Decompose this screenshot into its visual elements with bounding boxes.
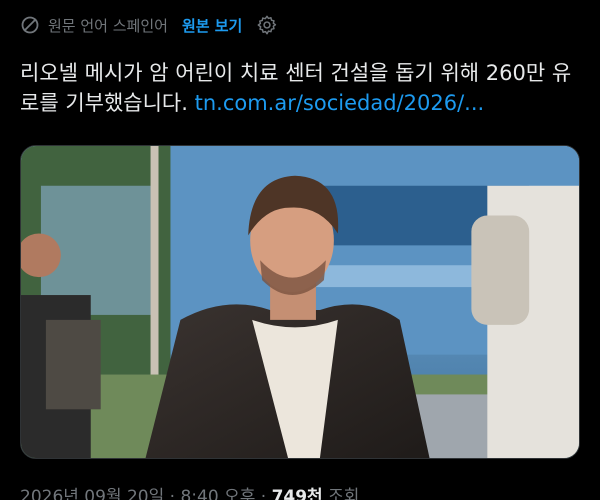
translation-source-label: 원문 언어 스페인어 <box>48 16 168 35</box>
post-photo <box>21 146 579 458</box>
post-text: 리오넬 메시가 암 어린이 치료 센터 건설을 돕기 위해 260만 유로를 기… <box>20 58 580 118</box>
gear-icon[interactable] <box>256 14 278 36</box>
translate-icon <box>20 15 40 35</box>
meta-separator: · <box>260 487 267 500</box>
post-time[interactable]: 8:40 오후 <box>180 487 255 500</box>
views-label: 조회 <box>328 487 360 500</box>
translation-bar: 원문 언어 스페인어 원본 보기 <box>20 10 278 40</box>
views-count: 749천 <box>271 487 323 500</box>
post-image[interactable] <box>20 145 580 459</box>
post-date[interactable]: 2026년 09월 20일 <box>20 487 164 500</box>
meta-separator: · <box>169 487 176 500</box>
post-link[interactable]: tn.com.ar/sociedad/2026/... <box>195 91 485 115</box>
show-original-link[interactable]: 원본 보기 <box>182 15 242 36</box>
post-meta: 2026년 09월 20일 · 8:40 오후 · 749천 조회 <box>20 482 359 500</box>
